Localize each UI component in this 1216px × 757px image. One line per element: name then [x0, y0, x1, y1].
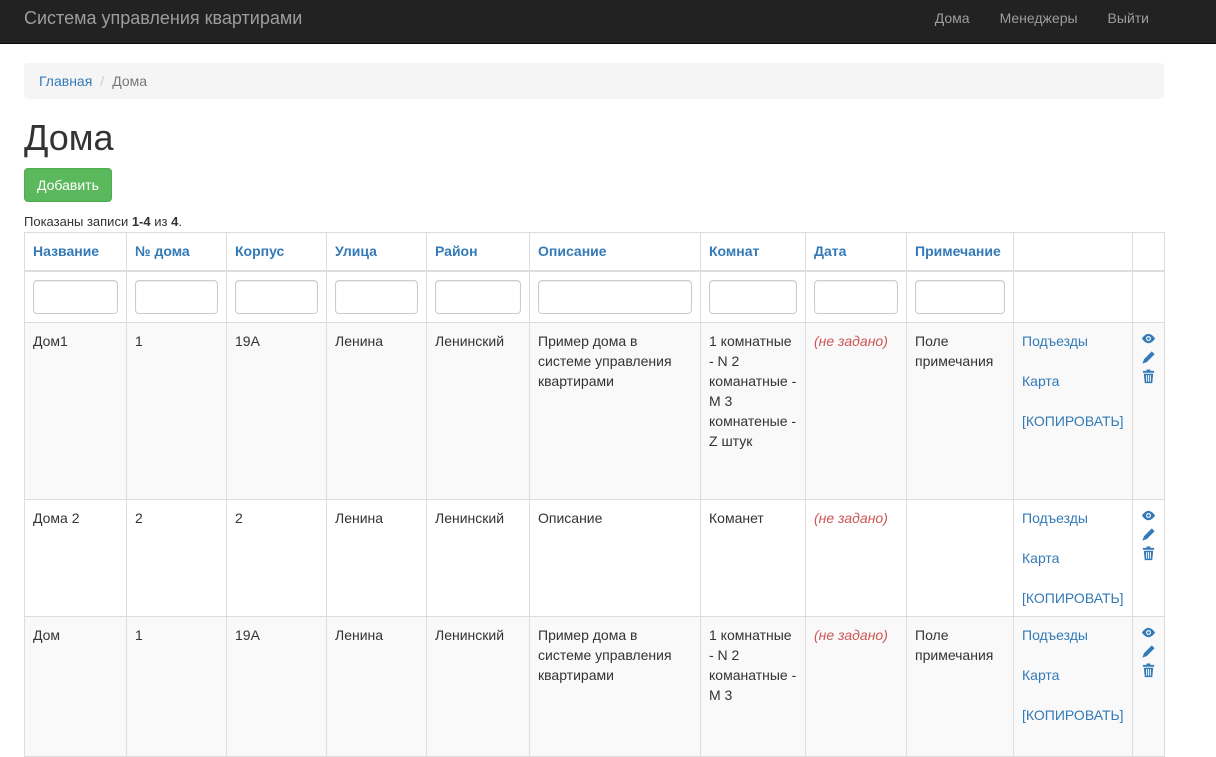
cell-district: Ленинский	[426, 616, 530, 757]
breadcrumb: Главная / Дома	[24, 63, 1164, 99]
cell-note	[906, 499, 1014, 617]
cell-name: Дом	[24, 616, 127, 757]
cell-note: Поле примечания	[906, 322, 1014, 500]
table-row: Дом1 1 19А Ленина Ленинский Пример дома …	[24, 322, 1165, 500]
summary-suffix: .	[178, 214, 182, 229]
cell-name: Дом1	[24, 322, 127, 500]
column-header-description[interactable]: Описание	[529, 232, 701, 272]
summary-range: 1-4	[131, 214, 151, 229]
pencil-icon[interactable]	[1141, 350, 1157, 369]
table-row: Дома 2 2 2 Ленина Ленинский Описание Ком…	[24, 499, 1165, 617]
cell-description: Описание	[529, 499, 701, 617]
cell-description: Пример дома в системе управления квартир…	[529, 616, 701, 757]
cell-name: Дома 2	[24, 499, 127, 617]
cell-actions	[1132, 322, 1165, 500]
column-header-name[interactable]: Название	[24, 232, 127, 272]
column-header-building[interactable]: Корпус	[226, 232, 327, 272]
not-set-label: (не задано)	[814, 510, 888, 526]
cell-rooms: 1 комнатные - N 2 команатные - M 3 комна…	[700, 322, 806, 500]
cell-note: Поле примечания	[906, 616, 1014, 757]
page-title: Дома	[24, 117, 114, 158]
filter-name-input[interactable]	[33, 279, 118, 314]
column-header-rooms[interactable]: Комнат	[700, 232, 806, 272]
cell-links: Подъезды Карта [КОПИРОВАТЬ]	[1013, 499, 1133, 617]
summary-mid: из	[150, 214, 172, 229]
entrances-link[interactable]: Подъезды	[1022, 508, 1124, 528]
filter-district-input[interactable]	[435, 279, 521, 314]
table-header-row: Название № дома Корпус Улица Район Описа…	[24, 232, 1165, 272]
breadcrumb-separator: /	[100, 73, 105, 89]
cell-rooms: 1 комнатные - N 2 команатные - M 3	[700, 616, 806, 757]
eye-icon[interactable]	[1141, 625, 1157, 644]
map-link[interactable]: Карта	[1022, 548, 1124, 568]
cell-actions	[1132, 499, 1165, 617]
filter-note-input[interactable]	[915, 279, 1005, 314]
breadcrumb-current: Дома	[112, 73, 148, 89]
cell-date: (не задано)	[805, 499, 907, 617]
filter-date-input[interactable]	[814, 279, 898, 314]
cell-actions	[1132, 616, 1165, 757]
houses-table: Название № дома Корпус Улица Район Описа…	[24, 232, 1165, 757]
cell-date: (не задано)	[805, 322, 907, 500]
cell-links: Подъезды Карта [КОПИРОВАТЬ]	[1013, 616, 1133, 757]
cell-number: 2	[126, 499, 227, 617]
cell-district: Ленинский	[426, 322, 530, 500]
column-header-district[interactable]: Район	[426, 232, 530, 272]
entrances-link[interactable]: Подъезды	[1022, 331, 1124, 351]
column-header-date[interactable]: Дата	[805, 232, 907, 272]
navbar: Система управления квартирами Дома Менед…	[0, 0, 1216, 44]
cell-district: Ленинский	[426, 499, 530, 617]
copy-link[interactable]: [КОПИРОВАТЬ]	[1022, 411, 1124, 431]
map-link[interactable]: Карта	[1022, 371, 1124, 391]
column-header-links	[1013, 232, 1133, 272]
trash-icon[interactable]	[1141, 663, 1157, 682]
breadcrumb-home[interactable]: Главная	[39, 73, 92, 89]
column-header-street[interactable]: Улица	[326, 232, 427, 272]
cell-date: (не задано)	[805, 616, 907, 757]
filter-street-input[interactable]	[335, 279, 418, 314]
trash-icon[interactable]	[1141, 546, 1157, 565]
filter-description-input[interactable]	[538, 279, 692, 314]
table-row: Дом 1 19А Ленина Ленинский Пример дома в…	[24, 616, 1165, 757]
copy-link[interactable]: [КОПИРОВАТЬ]	[1022, 705, 1124, 725]
summary-prefix: Показаны записи	[24, 214, 132, 229]
filter-number-input[interactable]	[135, 279, 218, 314]
cell-links: Подъезды Карта [КОПИРОВАТЬ]	[1013, 322, 1133, 500]
eye-icon[interactable]	[1141, 508, 1157, 527]
add-button[interactable]: Добавить	[24, 168, 112, 202]
navbar-links: Дома Менеджеры Выйти	[920, 0, 1164, 44]
cell-street: Ленина	[326, 616, 427, 757]
eye-icon[interactable]	[1141, 331, 1157, 350]
not-set-label: (не задано)	[814, 627, 888, 643]
column-header-number[interactable]: № дома	[126, 232, 227, 272]
cell-rooms: Команет	[700, 499, 806, 617]
cell-number: 1	[126, 322, 227, 500]
cell-building: 2	[226, 499, 327, 617]
cell-description: Пример дома в системе управления квартир…	[529, 322, 701, 500]
cell-street: Ленина	[326, 322, 427, 500]
filter-building-input[interactable]	[235, 279, 318, 314]
cell-number: 1	[126, 616, 227, 757]
map-link[interactable]: Карта	[1022, 665, 1124, 685]
pencil-icon[interactable]	[1141, 644, 1157, 663]
cell-building: 19А	[226, 616, 327, 757]
entrances-link[interactable]: Подъезды	[1022, 625, 1124, 645]
cell-building: 19А	[226, 322, 327, 500]
column-header-note[interactable]: Примечание	[906, 232, 1014, 272]
filter-rooms-input[interactable]	[709, 279, 797, 314]
trash-icon[interactable]	[1141, 369, 1157, 388]
filter-row	[24, 270, 1165, 323]
cell-street: Ленина	[326, 499, 427, 617]
not-set-label: (не задано)	[814, 333, 888, 349]
nav-link-houses[interactable]: Дома	[920, 0, 985, 44]
column-header-actions	[1132, 232, 1165, 272]
nav-link-logout[interactable]: Выйти	[1093, 0, 1164, 44]
copy-link[interactable]: [КОПИРОВАТЬ]	[1022, 588, 1124, 608]
nav-link-managers[interactable]: Менеджеры	[985, 0, 1093, 44]
summary-text: Показаны записи 1-4 из 4.	[24, 213, 182, 231]
navbar-brand[interactable]: Система управления квартирами	[24, 0, 302, 44]
pencil-icon[interactable]	[1141, 527, 1157, 546]
